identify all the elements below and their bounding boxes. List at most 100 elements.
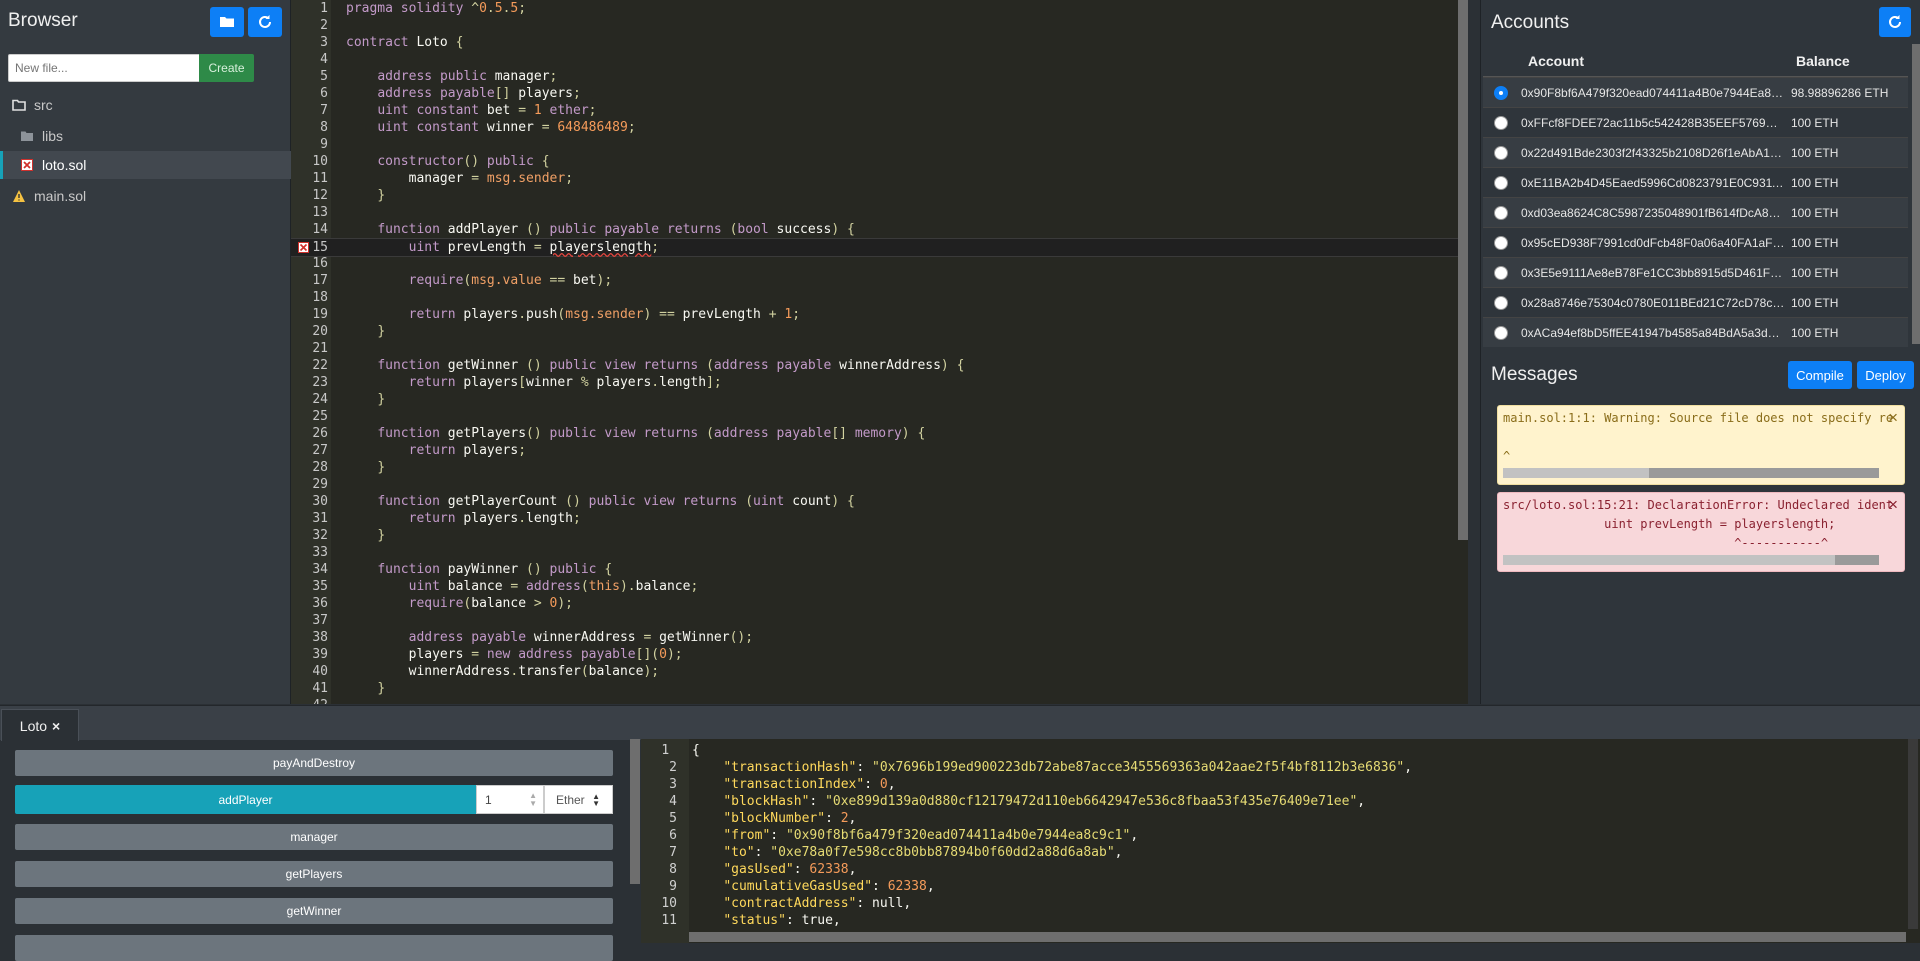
account-radio[interactable] — [1494, 295, 1508, 310]
functions-scrollbar[interactable] — [630, 739, 640, 884]
code-line[interactable]: 33 — [291, 544, 1468, 561]
spinner-arrows-icon[interactable]: ▲ ▼ — [529, 792, 537, 808]
code-line[interactable]: 20 } — [291, 323, 1468, 340]
code-line[interactable]: 18 — [291, 289, 1468, 306]
account-radio[interactable] — [1494, 205, 1508, 220]
function-button-partial[interactable] — [15, 935, 613, 961]
account-radio[interactable] — [1494, 85, 1508, 100]
code-editor[interactable]: 1 pragma solidity ^0.5.5; 2 3 contract Loto … — [291, 0, 1468, 704]
code-line[interactable]: 9 — [291, 136, 1468, 153]
account-radio[interactable] — [1494, 175, 1508, 190]
code-line[interactable]: 41 } — [291, 680, 1468, 697]
deploy-button[interactable]: Deploy — [1857, 361, 1914, 389]
tree-folder-libs[interactable]: libs — [0, 122, 310, 150]
code-line[interactable]: 10 constructor() public { — [291, 153, 1468, 170]
code-line[interactable]: 6 address payable[] players; — [291, 85, 1468, 102]
code-line[interactable]: 4 — [291, 51, 1468, 68]
account-row[interactable]: 0x90F8bf6A479f320ead074411a4B0e7944Ea8c9… — [1483, 77, 1908, 107]
line-number: 42 — [291, 697, 328, 704]
code-line[interactable]: 14 function addPlayer () public payable … — [291, 221, 1468, 238]
compile-button[interactable]: Compile — [1788, 361, 1852, 389]
account-row[interactable]: 0xE11BA2b4D45Eaed5996Cd0823791E0C9311488… — [1483, 167, 1908, 197]
code-line[interactable]: 3 contract Loto { — [291, 34, 1468, 51]
get-winner-button[interactable]: getWinner — [15, 898, 613, 924]
pay-and-destroy-button[interactable]: payAndDestroy — [15, 750, 613, 776]
new-file-input[interactable] — [8, 54, 208, 82]
editor-scrollbar[interactable] — [1458, 0, 1468, 540]
add-player-button[interactable]: addPlayer — [15, 785, 476, 814]
code-line[interactable]: 30 function getPlayerCount () public vie… — [291, 493, 1468, 510]
unit-select[interactable]: Ether ▲ ▼ — [544, 785, 613, 814]
refresh-files-button[interactable] — [248, 7, 282, 37]
account-row[interactable]: 0xd03ea8624C8C5987235048901fB614fDcA89b1… — [1483, 197, 1908, 227]
code-line[interactable]: 32 } — [291, 527, 1468, 544]
code-text: } — [377, 460, 386, 475]
code-line[interactable]: 38 address payable winnerAddress = getWi… — [291, 629, 1468, 646]
line-number: 31 — [312, 511, 328, 526]
output-horizontal-scrollbar[interactable] — [689, 932, 1906, 942]
line-number: 11 — [661, 913, 677, 928]
code-line[interactable]: 24 } — [291, 391, 1468, 408]
code-line[interactable]: 37 — [291, 612, 1468, 629]
account-row[interactable]: 0xFFcf8FDEE72ac11b5c542428B35EEF5769C409… — [1483, 107, 1908, 137]
warning-scrollbar[interactable] — [1503, 468, 1879, 478]
code-text: address public manager; — [377, 69, 558, 84]
line-number: 7 — [320, 103, 328, 118]
close-icon[interactable]: × — [1888, 408, 1898, 427]
code-line[interactable]: 36 require(balance > 0); — [291, 595, 1468, 612]
code-line[interactable]: 26 function getPlayers() public view ret… — [291, 425, 1468, 442]
code-line[interactable]: 1 pragma solidity ^0.5.5; — [291, 0, 1468, 17]
code-line[interactable]: 12 } — [291, 187, 1468, 204]
account-row[interactable]: 0x95cED938F7991cd0dFcb48F0a06a40FA1aF46E… — [1483, 227, 1908, 257]
code-line[interactable]: 23 return players[winner % players.lengt… — [291, 374, 1468, 391]
account-radio[interactable] — [1494, 115, 1508, 130]
account-radio[interactable] — [1494, 265, 1508, 280]
code-line[interactable]: 2 — [291, 17, 1468, 34]
create-file-button[interactable]: Create — [199, 54, 254, 82]
tab-loto[interactable]: Loto × — [1, 709, 79, 741]
account-radio[interactable] — [1494, 325, 1508, 340]
accounts-scrollbar[interactable] — [1912, 44, 1920, 344]
code-line[interactable]: 31 return players.length; — [291, 510, 1468, 527]
code-line[interactable]: 16 — [291, 255, 1468, 272]
get-players-button[interactable]: getPlayers — [15, 861, 613, 887]
code-line[interactable]: 19 return players.push(msg.sender) == pr… — [291, 306, 1468, 323]
account-row[interactable]: 0xACa94ef8bD5ffEE41947b4585a84BdA5a3d3DA… — [1483, 317, 1908, 347]
code-line[interactable]: 5 address public manager; — [291, 68, 1468, 85]
code-line[interactable]: 11 manager = msg.sender; — [291, 170, 1468, 187]
code-line[interactable]: 22 function getWinner () public view ret… — [291, 357, 1468, 374]
account-row[interactable]: 0x28a8746e75304c0780E011BEd21C72cD78cd53… — [1483, 287, 1908, 317]
code-text: address payable winnerAddress = getWinne… — [408, 630, 754, 645]
tree-file-main[interactable]: main.sol — [0, 182, 302, 210]
tree-folder-src[interactable]: src — [0, 91, 302, 119]
manager-button[interactable]: manager — [15, 824, 613, 850]
refresh-accounts-button[interactable] — [1879, 7, 1911, 37]
open-folder-button[interactable] — [210, 7, 244, 37]
code-line[interactable]: 8 uint constant winner = 648486489; — [291, 119, 1468, 136]
code-line[interactable]: 29 — [291, 476, 1468, 493]
code-line[interactable]: 7 uint constant bet = 1 ether; — [291, 102, 1468, 119]
value-input[interactable]: 1 ▲ ▼ — [476, 785, 544, 814]
output-vertical-scrollbar[interactable] — [1908, 739, 1918, 929]
close-icon[interactable]: × — [1888, 495, 1898, 514]
account-radio[interactable] — [1494, 145, 1508, 160]
account-row[interactable]: 0x22d491Bde2303f2f43325b2108D26f1eAbA1e3… — [1483, 137, 1908, 167]
code-line[interactable]: 34 function payWinner () public { — [291, 561, 1468, 578]
code-line[interactable]: 25 — [291, 408, 1468, 425]
code-line[interactable]: 35 uint balance = address(this).balance; — [291, 578, 1468, 595]
tree-file-loto[interactable]: loto.sol — [0, 151, 310, 179]
tree-label-loto: loto.sol — [42, 157, 87, 173]
code-line[interactable]: 21 — [291, 340, 1468, 357]
code-line[interactable]: 40 winnerAddress.transfer(balance); — [291, 663, 1468, 680]
error-scrollbar[interactable] — [1503, 555, 1879, 565]
code-line[interactable]: 42 — [291, 697, 1468, 704]
account-row[interactable]: 0x3E5e9111Ae8eB78Fe1CC3bb8915d5D461F3Ef9… — [1483, 257, 1908, 287]
code-line[interactable]: 27 return players; — [291, 442, 1468, 459]
code-line[interactable]: 28 } — [291, 459, 1468, 476]
account-radio[interactable] — [1494, 235, 1508, 250]
code-line[interactable]: 39 players = new address payable[](0); — [291, 646, 1468, 663]
line-number: 18 — [312, 290, 328, 305]
close-tab-icon[interactable]: × — [52, 718, 60, 734]
code-line[interactable]: 13 — [291, 204, 1468, 221]
code-line[interactable]: 17 require(msg.value == bet); — [291, 272, 1468, 289]
